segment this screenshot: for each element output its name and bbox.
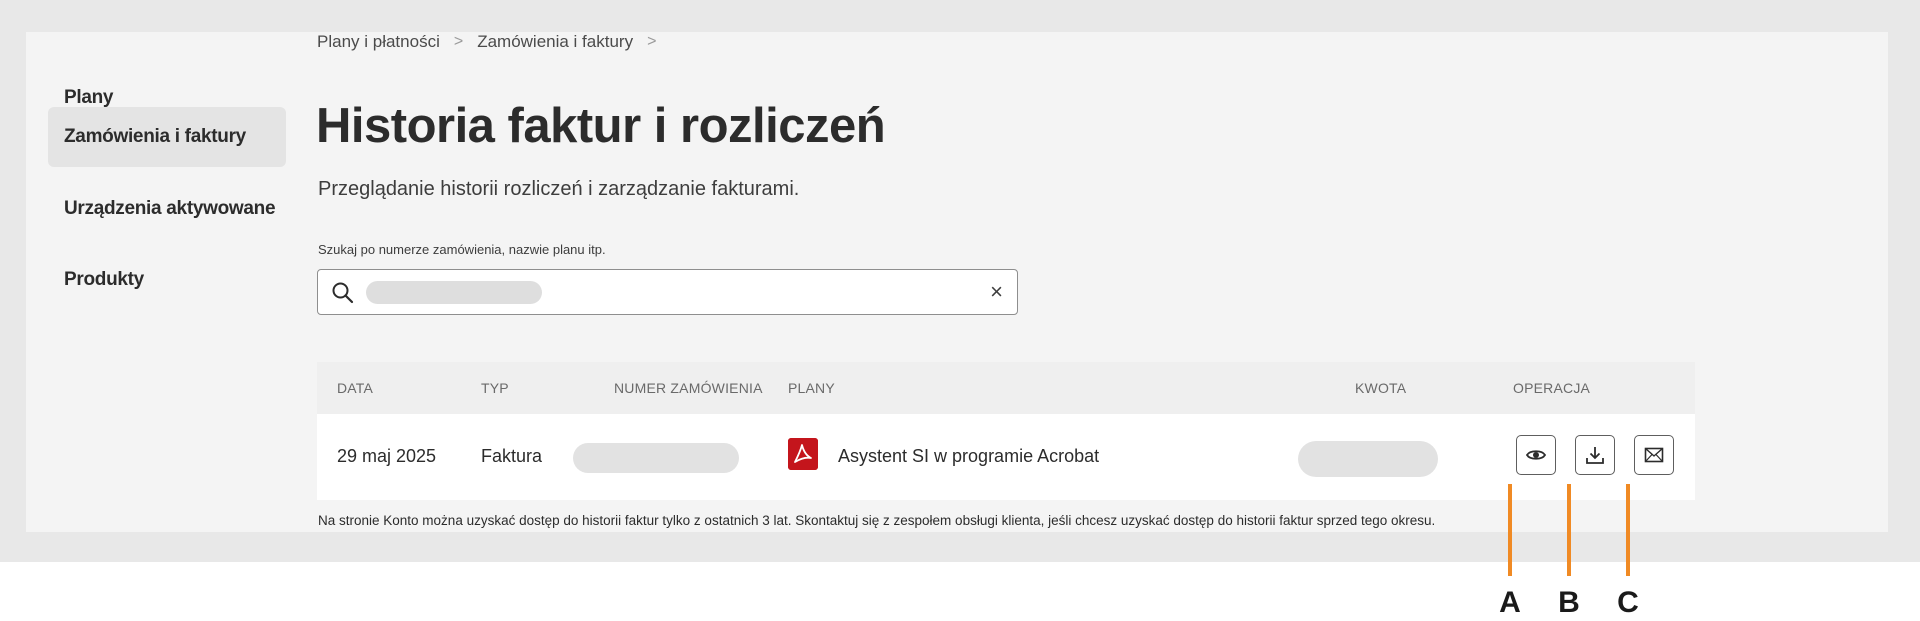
eye-icon bbox=[1525, 450, 1547, 460]
column-header-date: DATA bbox=[337, 380, 374, 396]
search-label: Szukaj po numerze zamówienia, nazwie pla… bbox=[318, 242, 606, 257]
callout-line-b bbox=[1567, 484, 1571, 576]
breadcrumb-separator: > bbox=[647, 33, 657, 50]
email-invoice-button[interactable] bbox=[1634, 435, 1674, 475]
callout-label-b: B bbox=[1558, 586, 1580, 619]
search-icon bbox=[332, 282, 354, 304]
acrobat-pdf-icon bbox=[788, 438, 818, 470]
cell-date: 29 maj 2025 bbox=[337, 446, 437, 466]
callout-line-c bbox=[1626, 484, 1630, 576]
breadcrumb: Plany i płatności > Zamówienia i faktury… bbox=[317, 32, 656, 52]
column-header-plans: PLANY bbox=[788, 380, 835, 396]
cell-plan[interactable]: Asystent SI w programie Acrobat bbox=[838, 446, 1099, 467]
column-header-amount: KWOTA bbox=[1355, 380, 1407, 396]
column-header-type: TYP bbox=[481, 380, 509, 396]
column-header-operation: OPERACJA bbox=[1513, 380, 1591, 396]
breadcrumb-link-plans-payments[interactable]: Plany i płatności bbox=[317, 32, 440, 52]
sidebar-item-label: Plany bbox=[64, 87, 114, 108]
envelope-icon bbox=[1644, 447, 1664, 463]
cell-type: Faktura bbox=[481, 446, 543, 466]
sidebar-item-orders-invoices[interactable]: Zamówienia i faktury bbox=[48, 107, 286, 167]
breadcrumb-link-orders-invoices[interactable]: Zamówienia i faktury bbox=[477, 32, 633, 52]
callout-line-a bbox=[1508, 484, 1512, 576]
sidebar-item-activated-devices[interactable]: Urządzenia aktywowane bbox=[48, 179, 286, 239]
callout-label-c: C bbox=[1617, 586, 1639, 619]
sidebar-item-products[interactable]: Produkty bbox=[48, 250, 286, 310]
page-subtitle: Przeglądanie historii rozliczeń i zarząd… bbox=[318, 178, 800, 200]
column-header-order-number: NUMER ZAMÓWIENIA bbox=[614, 380, 763, 396]
view-invoice-button[interactable] bbox=[1516, 435, 1556, 475]
cell-order-number-redacted bbox=[573, 443, 739, 473]
cell-amount-redacted bbox=[1298, 441, 1438, 477]
breadcrumb-separator: > bbox=[453, 33, 464, 50]
history-footnote: Na stronie Konto można uzyskać dostęp do… bbox=[318, 513, 1436, 528]
search-value-redacted bbox=[366, 281, 542, 304]
sidebar-item-label: Urządzenia aktywowane bbox=[64, 198, 276, 219]
download-invoice-button[interactable] bbox=[1575, 435, 1615, 475]
sidebar-item-label: Produkty bbox=[64, 269, 144, 290]
table-header: DATA TYP NUMER ZAMÓWIENIA PLANY KWOTA OP… bbox=[317, 362, 1695, 414]
download-icon bbox=[1586, 447, 1604, 464]
search-input[interactable]: × bbox=[317, 269, 1018, 315]
callout-label-a: A bbox=[1499, 586, 1521, 619]
main-panel: Plany Zamówienia i faktury Urządzenia ak… bbox=[26, 32, 1888, 532]
clear-icon[interactable]: × bbox=[990, 279, 1003, 305]
table-row: 29 maj 2025 Faktura Asystent SI w progra… bbox=[317, 414, 1695, 500]
sidebar-item-label: Zamówienia i faktury bbox=[64, 126, 246, 147]
page-title: Historia faktur i rozliczeń bbox=[316, 99, 886, 153]
